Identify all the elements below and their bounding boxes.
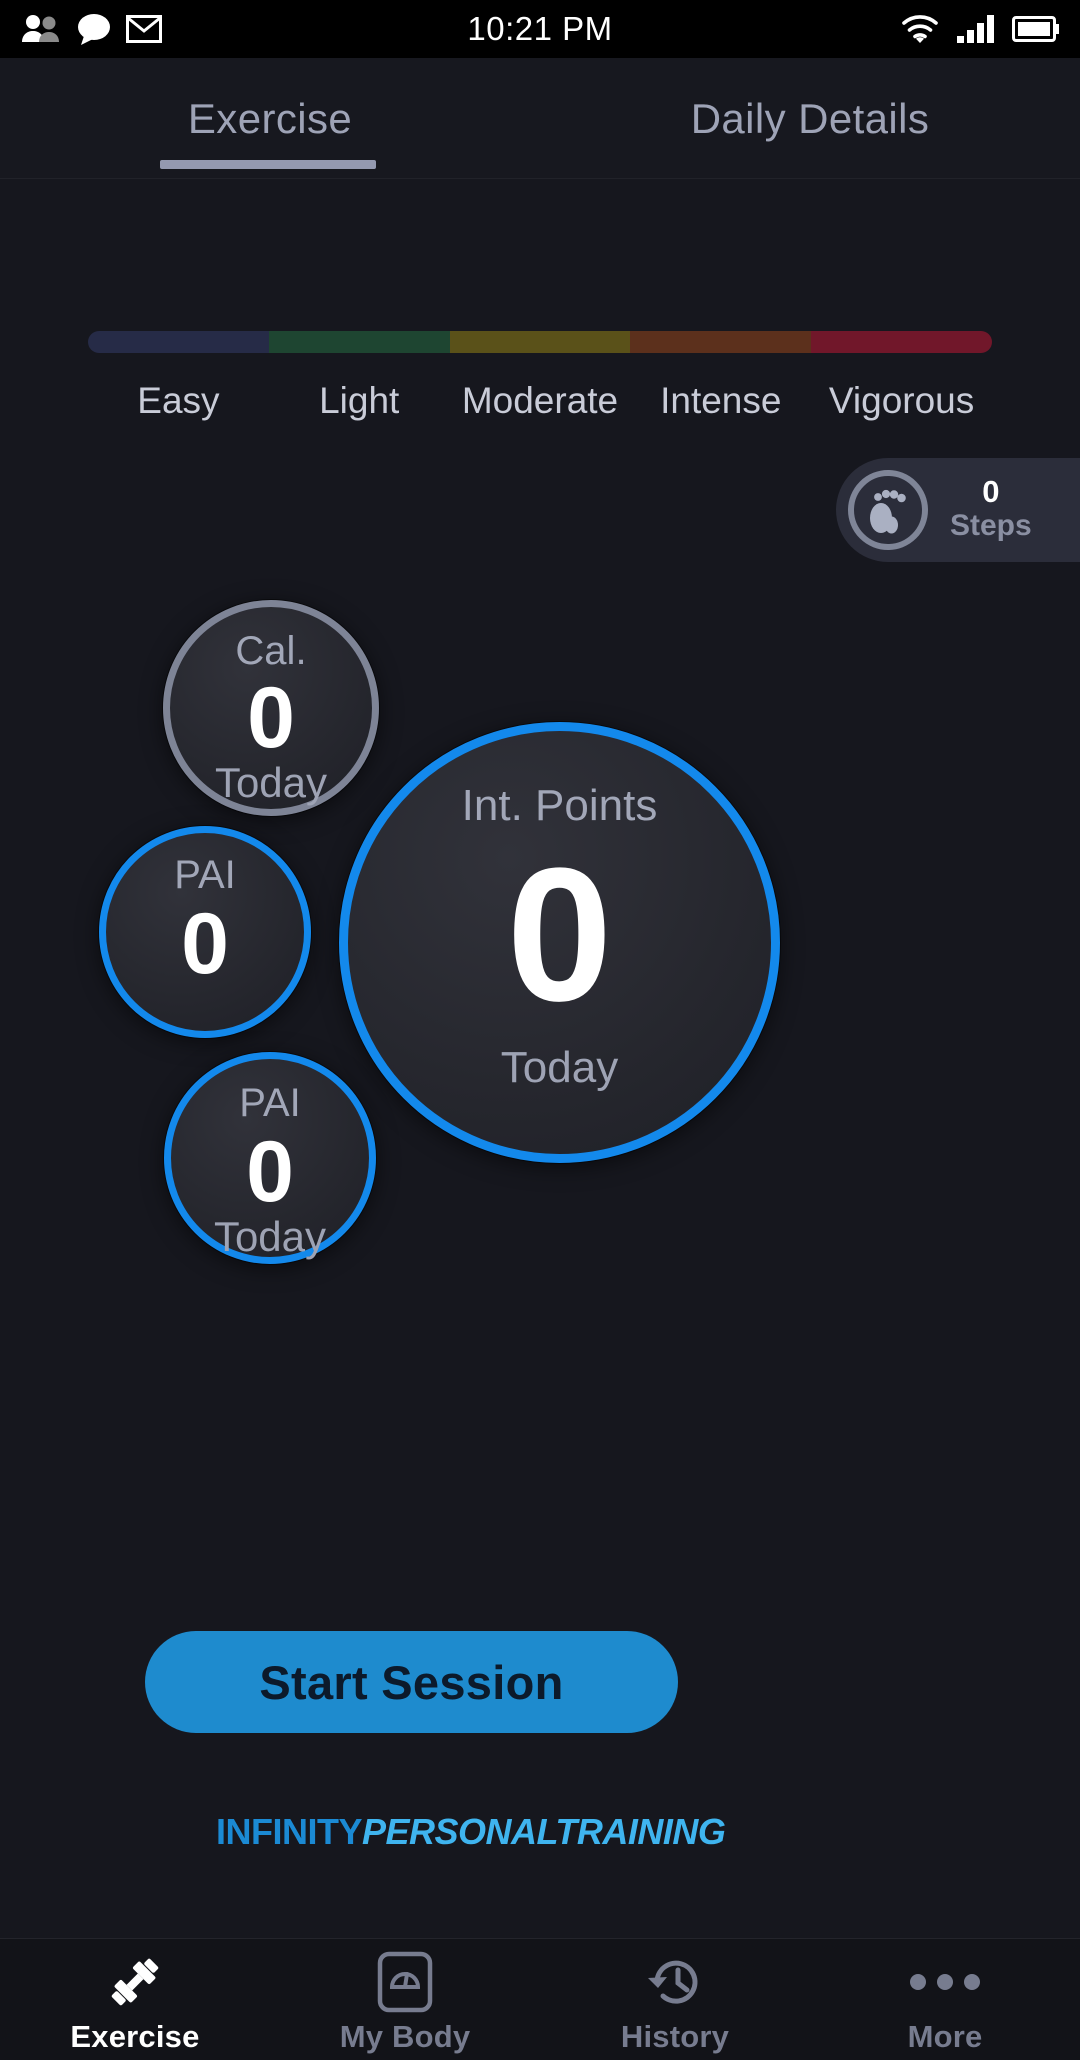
scale-icon-wrap (377, 1951, 433, 2013)
nav-item-more[interactable]: More (810, 1939, 1080, 2060)
footprint-icon-ring (848, 470, 928, 550)
intensity-zone-labels: Easy Light Moderate Intense Vigorous (88, 380, 992, 430)
zone-label-intense: Intense (660, 380, 782, 421)
metric-subtitle: Today (213, 1213, 327, 1260)
zone-segment-vigorous (811, 331, 992, 353)
metric-value: 0 (247, 670, 295, 766)
steps-label: Steps (950, 509, 1032, 543)
brand-logo: INFINITYPERSONALTRAINING (210, 1802, 726, 1862)
brand-wordmark: INFINITYPERSONALTRAINING (216, 1811, 726, 1852)
metric-title: PAI (239, 1081, 301, 1125)
zone-label-light: Light (319, 380, 400, 421)
dumbbell-icon-wrap (104, 1951, 166, 2013)
status-bar: 10:21 PM (0, 0, 1080, 58)
zone-segment-intense (630, 331, 812, 353)
intensity-zone-bar (88, 331, 992, 353)
zone-segment-moderate (449, 331, 631, 353)
nav-item-my-body[interactable]: My Body (270, 1939, 540, 2060)
zone-segment-light (268, 331, 450, 353)
metric-circle-pai-primary[interactable]: PAI 0 (99, 826, 311, 1038)
status-bar-clock: 10:21 PM (467, 10, 613, 47)
nav-label-exercise: Exercise (70, 2018, 200, 2054)
scale-icon (377, 1951, 433, 2012)
metric-subtitle: Today (214, 759, 328, 806)
ellipsis-icon-wrap (909, 1951, 981, 2013)
ellipsis-icon (910, 1973, 980, 1990)
metric-subtitle: Today (500, 1043, 619, 1092)
steps-widget[interactable]: 0 Steps (836, 458, 1080, 562)
bottom-navigation-bar: Exercise My Body History More (0, 1938, 1080, 2060)
zone-label-vigorous: Vigorous (828, 380, 975, 421)
footprint-icon (870, 489, 906, 534)
steps-value: 0 (982, 473, 1000, 509)
nav-label-history: History (620, 2018, 730, 2054)
metric-value: 0 (506, 829, 613, 1041)
clock-history-icon (648, 1960, 698, 2004)
nav-item-history[interactable]: History (540, 1939, 810, 2060)
zone-label-moderate: Moderate (461, 380, 619, 421)
brand-name-primary: INFINITY (216, 1811, 363, 1852)
dumbbell-icon (111, 1958, 159, 2005)
clock-history-icon-wrap (644, 1951, 706, 2013)
brand-name-secondary: PERSONALTRAINING (362, 1811, 726, 1852)
nav-label-more: More (907, 2018, 983, 2054)
metric-value: 0 (181, 896, 229, 992)
metric-title: Cal. (235, 629, 307, 673)
nav-label-my-body: My Body (339, 2018, 471, 2054)
start-session-button[interactable]: Start Session (145, 1631, 678, 1733)
app-root: 10:21 PM Exercise Daily Details Easy Lig… (0, 0, 1080, 2060)
steps-readout: 0 Steps (950, 473, 1032, 545)
metric-circle-pai-secondary[interactable]: PAI 0 Today (164, 1052, 376, 1264)
tab-daily-details[interactable]: Daily Details (540, 58, 1080, 179)
zone-segment-easy (88, 331, 269, 353)
metric-title: Int. Points (461, 781, 658, 830)
metric-circle-int-points[interactable]: Int. Points 0 Today (339, 722, 780, 1163)
metric-title: PAI (174, 853, 236, 897)
metric-circle-calories[interactable]: Cal. 0 Today (163, 600, 379, 816)
metric-value: 0 (246, 1124, 294, 1220)
nav-item-exercise[interactable]: Exercise (0, 1939, 270, 2060)
zone-label-easy: Easy (137, 380, 220, 421)
active-tab-indicator (160, 160, 376, 169)
